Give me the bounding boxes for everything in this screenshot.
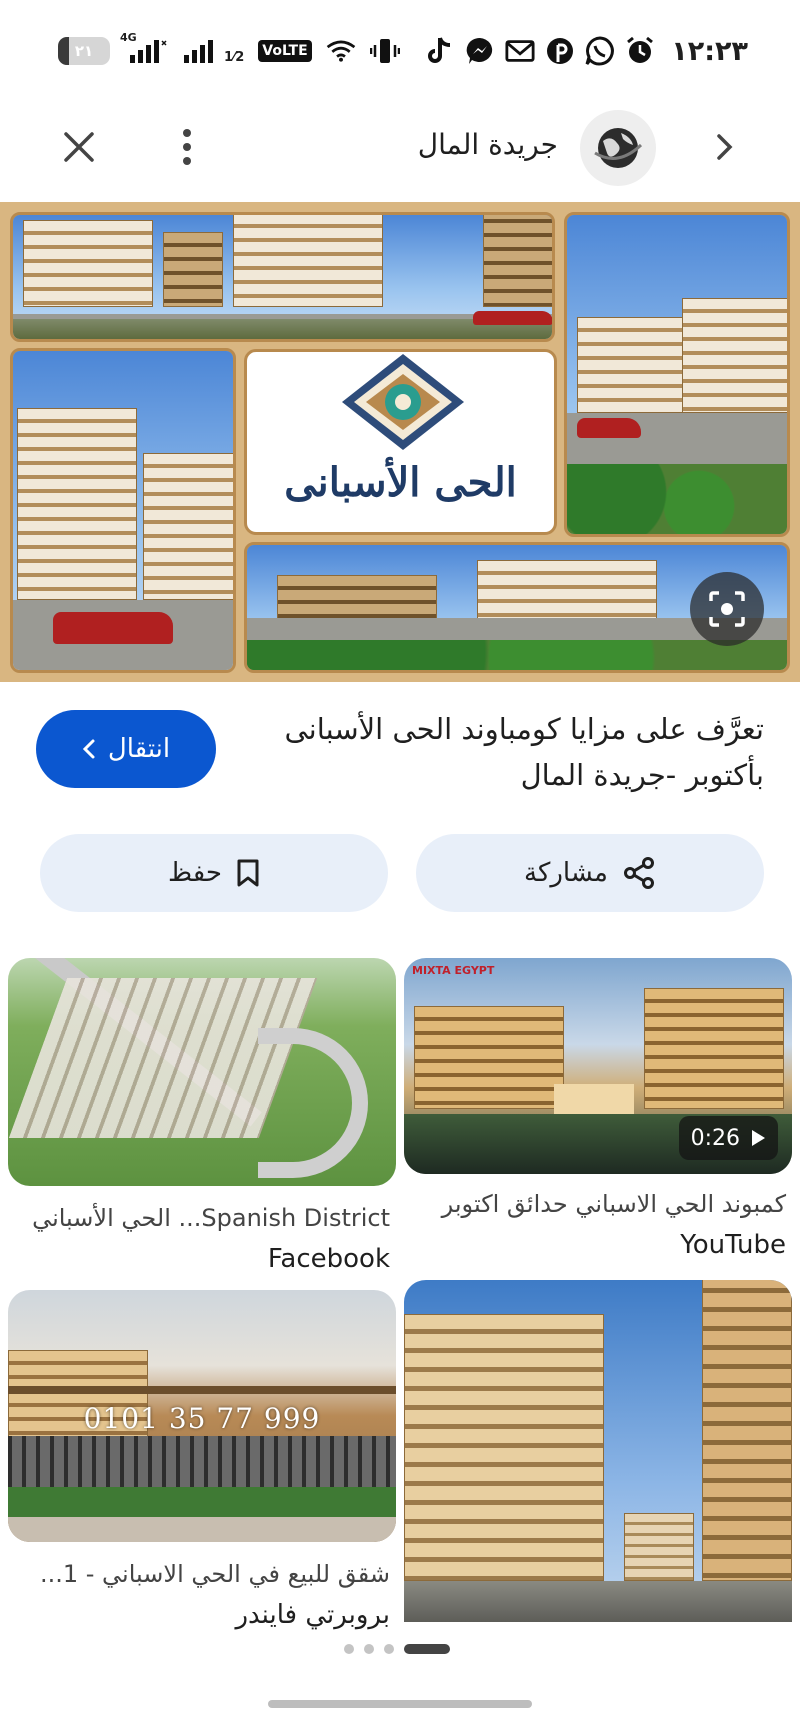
video-duration: 0:26 <box>690 1125 740 1151</box>
compound-logo-text: الحى الأسبانى <box>284 459 517 506</box>
related-title: Spanish District... الحي الأسباني <box>32 1204 390 1232</box>
close-icon <box>64 132 94 162</box>
mobile-signal-4g-icon: 4G <box>120 31 168 65</box>
compound-logo-card: الحى الأسبانى <box>244 349 557 535</box>
more-vert-icon <box>183 129 191 165</box>
globe-logo-icon <box>594 128 643 168</box>
photo-tile-buildings-left <box>10 348 236 673</box>
related-thumbnail <box>8 958 396 1186</box>
related-thumbnail <box>404 1280 792 1622</box>
photo-tile-buildings-right <box>564 212 790 537</box>
alarm-icon <box>625 36 655 66</box>
sim2-tag: 1⁄2 <box>224 50 245 65</box>
lens-icon <box>709 591 745 627</box>
save-button[interactable]: حفظ <box>40 834 388 912</box>
related-source: Facebook <box>267 1244 390 1274</box>
related-source: YouTube <box>680 1230 786 1260</box>
pager-dot[interactable] <box>384 1644 394 1654</box>
messenger-icon <box>465 36 495 66</box>
article-headline[interactable]: تعرَّف على مزايا كومباوند الحى الأسبانى … <box>244 706 764 798</box>
status-bar: ٢١ 4G 1⁄2 VoLTE ١٢:٢٣ <box>0 0 800 100</box>
photo-tile-buildings-top <box>10 212 555 342</box>
main-image[interactable]: الحى الأسبانى <box>0 202 800 682</box>
wifi-icon <box>326 36 356 66</box>
pager-dot-active[interactable] <box>404 1644 450 1654</box>
network-type-label: 4G <box>120 31 137 44</box>
share-label: مشاركة <box>524 858 608 888</box>
share-button[interactable]: مشاركة <box>416 834 764 912</box>
more-options-button[interactable] <box>164 124 210 170</box>
source-site-name[interactable]: جريدة المال <box>418 128 558 161</box>
status-clock: ١٢:٢٣ <box>671 35 748 67</box>
battery-level: ٢١ <box>74 42 94 60</box>
play-icon <box>752 1130 765 1146</box>
pager-dot[interactable] <box>344 1644 354 1654</box>
related-thumbnail: 0101 35 77 999 <box>8 1290 396 1542</box>
phone-watermark: 0101 35 77 999 <box>83 1402 321 1435</box>
tiktok-icon <box>425 36 455 66</box>
gmail-icon <box>505 36 535 66</box>
video-duration-badge: 0:26 <box>678 1116 778 1160</box>
pinterest-icon <box>545 36 575 66</box>
source-site-logo[interactable] <box>580 110 656 186</box>
viewer-top-bar: جريدة المال <box>0 100 800 200</box>
related-card[interactable]: Spanish District... الحي الأسباني Facebo… <box>8 958 396 1274</box>
status-right: ١٢:٢٣ <box>425 34 748 68</box>
pager-dot[interactable] <box>364 1644 374 1654</box>
vibrate-icon <box>369 36 400 66</box>
bookmark-icon <box>237 859 259 887</box>
forward-button[interactable] <box>702 124 748 170</box>
chevron-right-icon <box>717 134 733 160</box>
related-card[interactable]: 0101 35 77 999 شقق للبيع في الحي الاسبان… <box>8 1290 396 1630</box>
battery-icon: ٢١ <box>58 37 110 65</box>
close-button[interactable] <box>56 124 102 170</box>
volte-badge: VoLTE <box>258 40 312 62</box>
lens-search-button[interactable] <box>690 572 764 646</box>
carousel-pager <box>344 1644 450 1654</box>
ornament-icon <box>342 354 464 450</box>
whatsapp-icon <box>585 36 615 66</box>
chevron-left-icon <box>82 739 95 759</box>
related-title: كمبوند الحي الاسباني حدائق اكتوبر <box>441 1190 786 1218</box>
visit-label: انتقال <box>107 734 171 764</box>
related-card[interactable]: MIXTA EGYPT 0:26 كمبوند الحي الاسباني حد… <box>404 958 792 1268</box>
related-thumbnail: MIXTA EGYPT 0:26 <box>404 958 792 1174</box>
share-icon <box>623 857 654 889</box>
status-left: ٢١ 4G 1⁄2 VoLTE <box>58 31 400 68</box>
related-title: شقق للبيع في الحي الاسباني - 1... <box>39 1560 390 1588</box>
related-source: بروبرتي فايندر <box>235 1600 390 1630</box>
save-label: حفظ <box>168 858 222 888</box>
visit-button[interactable]: انتقال <box>36 710 216 788</box>
related-card[interactable] <box>404 1280 792 1622</box>
gesture-navigation-bar[interactable] <box>268 1700 532 1708</box>
mobile-signal-sim2-icon: 1⁄2 <box>182 37 244 65</box>
